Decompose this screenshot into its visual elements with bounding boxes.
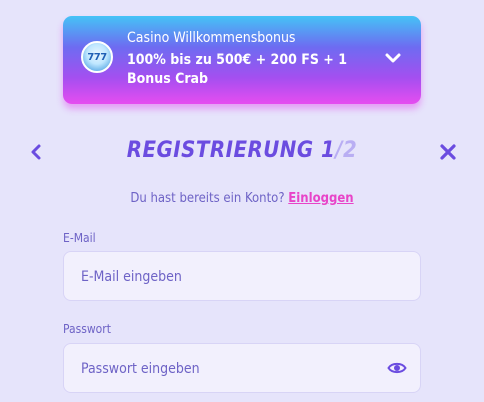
welcome-bonus-banner[interactable]: 777 Casino Willkommensbonus 100% bis zu … <box>63 16 421 104</box>
account-question: Du hast bereits ein Konto? <box>130 191 285 206</box>
password-input[interactable] <box>79 344 383 394</box>
casino-coin-icon: 777 <box>81 41 113 73</box>
password-label: Passwort <box>63 322 111 336</box>
registration-title: REGISTRIERUNG 1/2 <box>0 138 484 163</box>
registration-title-main: REGISTRIERUNG 1 <box>126 138 336 163</box>
password-field[interactable] <box>63 343 421 394</box>
login-link[interactable]: Einloggen <box>288 191 353 206</box>
email-field[interactable] <box>63 251 421 302</box>
email-label: E-Mail <box>63 231 96 245</box>
coin-badge-text: 777 <box>87 51 107 63</box>
email-input[interactable] <box>79 252 383 302</box>
eye-icon[interactable] <box>387 360 407 376</box>
bonus-description: 100% bis zu 500€ + 200 FS + 1 Bonus Crab <box>127 52 347 87</box>
chevron-down-icon[interactable] <box>383 49 403 67</box>
registration-title-step: /2 <box>335 138 358 163</box>
close-icon[interactable] <box>439 143 457 161</box>
bonus-title: Casino Willkommensbonus <box>127 30 296 46</box>
existing-account-text: Du hast bereits ein Konto? Einloggen <box>0 191 484 206</box>
